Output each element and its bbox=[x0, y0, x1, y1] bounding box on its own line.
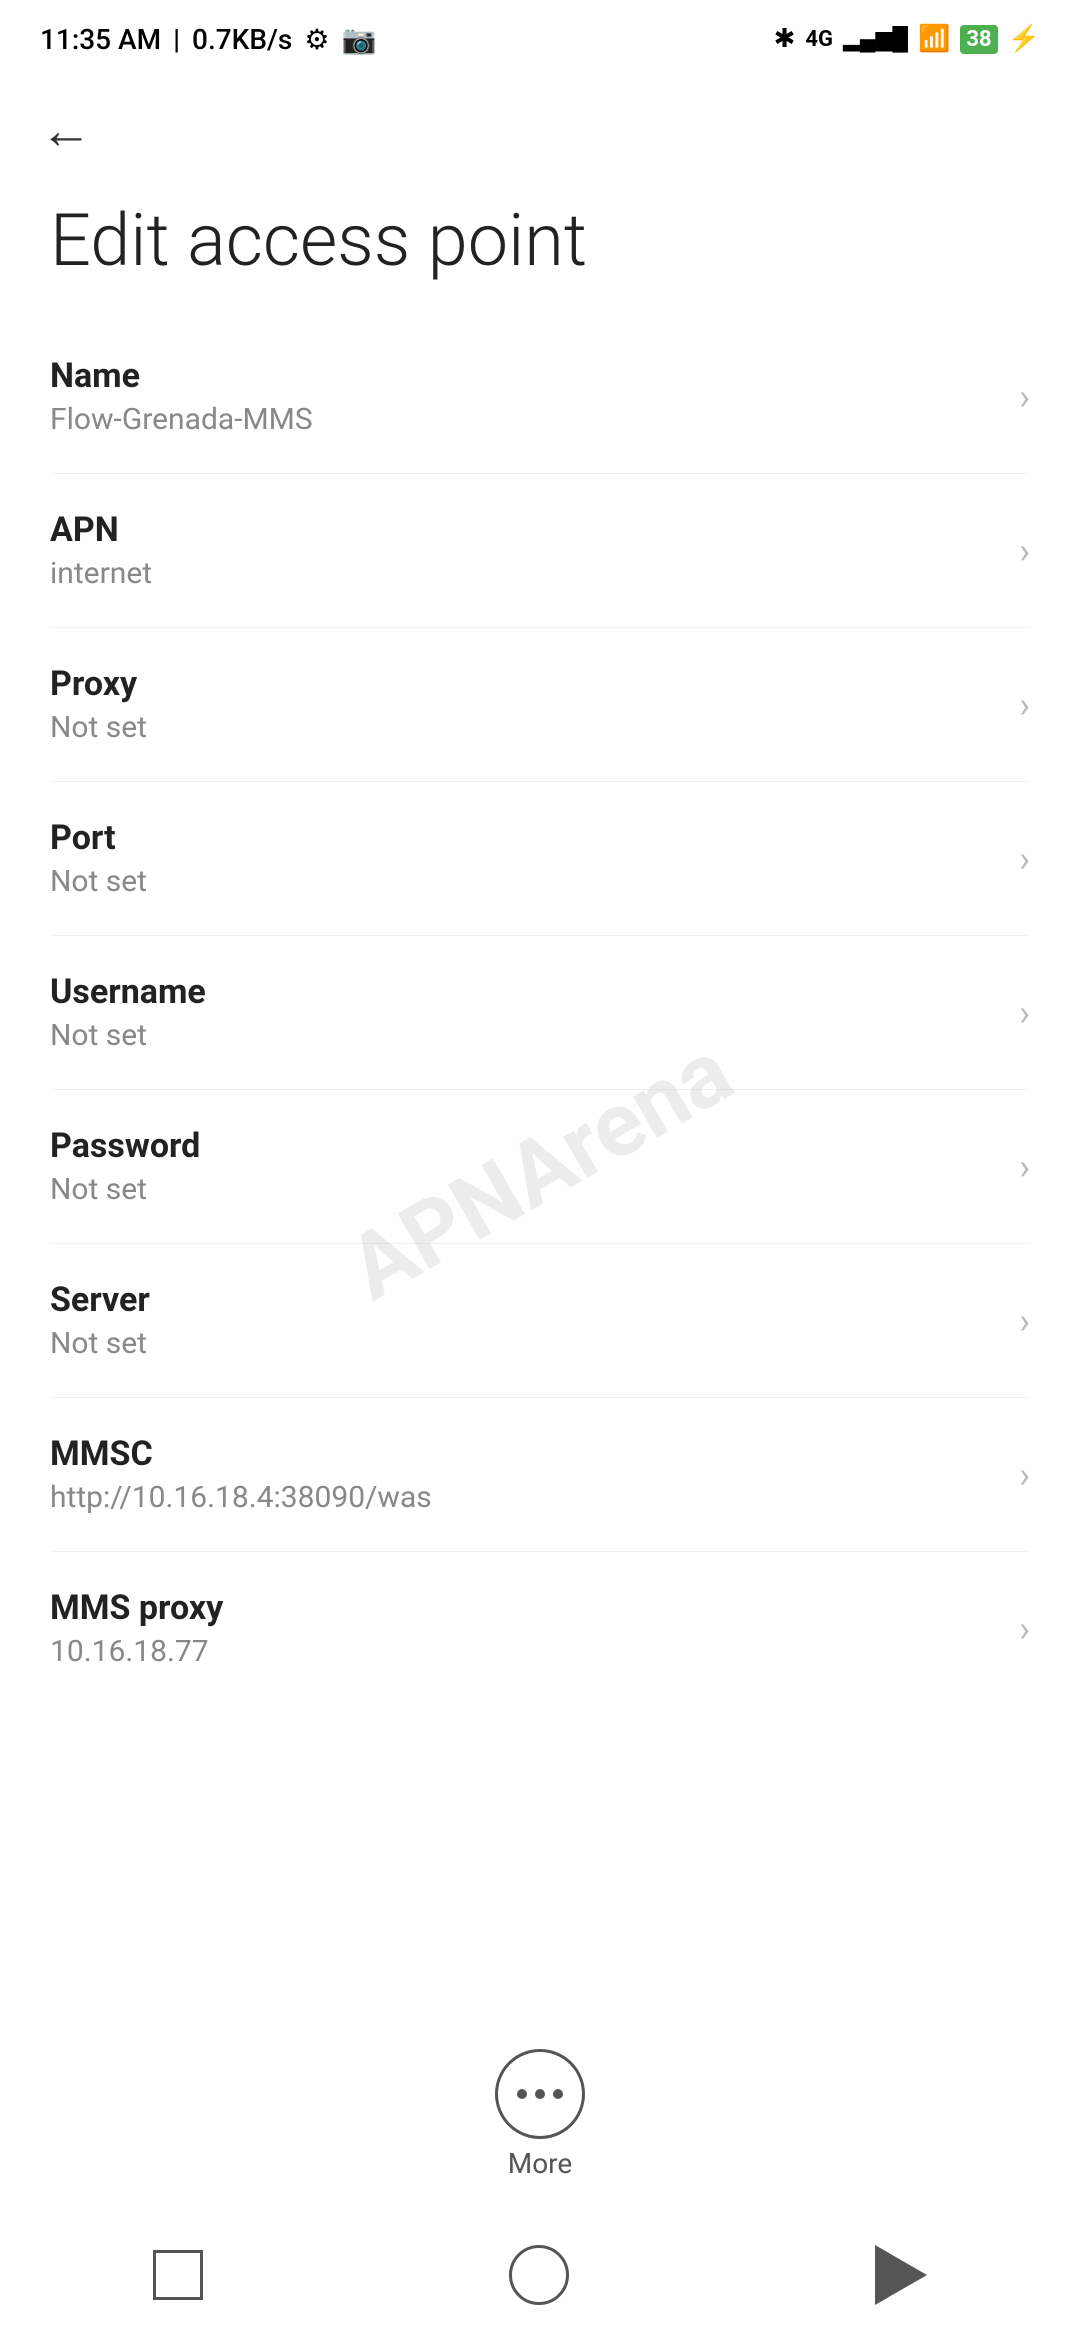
setting-name[interactable]: Name Flow-Grenada-MMS › bbox=[50, 320, 1030, 474]
setting-port-content: Port Not set bbox=[50, 818, 999, 899]
charging-icon: ⚡ bbox=[1008, 24, 1040, 54]
three-dots-icon bbox=[517, 2089, 563, 2099]
setting-server-value: Not set bbox=[50, 1326, 999, 1361]
setting-server[interactable]: Server Not set › bbox=[50, 1244, 1030, 1398]
setting-mmsc[interactable]: MMSC http://10.16.18.4:38090/was › bbox=[50, 1398, 1030, 1552]
chevron-password-icon: › bbox=[1019, 1146, 1030, 1188]
recents-square-icon bbox=[153, 2250, 203, 2300]
chevron-username-icon: › bbox=[1019, 992, 1030, 1034]
setting-mmsc-label: MMSC bbox=[50, 1434, 999, 1474]
back-arrow-icon: ← bbox=[40, 100, 92, 161]
back-triangle-icon bbox=[875, 2245, 927, 2305]
setting-username-label: Username bbox=[50, 972, 999, 1012]
setting-username[interactable]: Username Not set › bbox=[50, 936, 1030, 1090]
back-button[interactable]: ← bbox=[0, 70, 1080, 181]
setting-password-value: Not set bbox=[50, 1172, 999, 1207]
setting-name-value: Flow-Grenada-MMS bbox=[50, 402, 999, 437]
setting-server-content: Server Not set bbox=[50, 1280, 999, 1361]
setting-proxy[interactable]: Proxy Not set › bbox=[50, 628, 1030, 782]
setting-name-content: Name Flow-Grenada-MMS bbox=[50, 356, 999, 437]
setting-mmsc-content: MMSC http://10.16.18.4:38090/was bbox=[50, 1434, 999, 1515]
setting-username-value: Not set bbox=[50, 1018, 999, 1053]
setting-password-label: Password bbox=[50, 1126, 999, 1166]
dot-2 bbox=[535, 2089, 545, 2099]
setting-mms-proxy[interactable]: MMS proxy 10.16.18.77 › bbox=[50, 1552, 1030, 1705]
chevron-apn-icon: › bbox=[1019, 530, 1030, 572]
setting-mms-proxy-label: MMS proxy bbox=[50, 1588, 999, 1628]
setting-password[interactable]: Password Not set › bbox=[50, 1090, 1030, 1244]
setting-apn-content: APN internet bbox=[50, 510, 999, 591]
settings-icon: ⚙ bbox=[304, 23, 329, 56]
setting-proxy-label: Proxy bbox=[50, 664, 999, 704]
status-left: 11:35 AM | 0.7KB/s ⚙ 📷 bbox=[40, 23, 376, 56]
page-title: Edit access point bbox=[0, 181, 1080, 320]
chevron-server-icon: › bbox=[1019, 1300, 1030, 1342]
wifi-icon: 📶 bbox=[918, 24, 950, 54]
nav-home-button[interactable] bbox=[509, 2245, 569, 2305]
battery-icon: 38 bbox=[960, 25, 997, 54]
setting-password-content: Password Not set bbox=[50, 1126, 999, 1207]
time-display: 11:35 AM bbox=[40, 23, 161, 56]
bluetooth-icon: ✱ bbox=[774, 24, 796, 54]
setting-server-label: Server bbox=[50, 1280, 999, 1320]
settings-list: Name Flow-Grenada-MMS › APN internet › P… bbox=[0, 320, 1080, 1705]
nav-back-button[interactable] bbox=[875, 2245, 927, 2305]
dot-1 bbox=[517, 2089, 527, 2099]
chevron-proxy-icon: › bbox=[1019, 684, 1030, 726]
nav-recents-button[interactable] bbox=[153, 2250, 203, 2300]
signal-4g-icon: 4G bbox=[805, 27, 833, 52]
setting-port-value: Not set bbox=[50, 864, 999, 899]
status-right: ✱ 4G ▂▄▆█ 📶 38 ⚡ bbox=[774, 24, 1040, 54]
signal-bars-icon: ▂▄▆█ bbox=[843, 26, 908, 52]
dot-3 bbox=[553, 2089, 563, 2099]
more-label: More bbox=[508, 2147, 573, 2180]
setting-proxy-value: Not set bbox=[50, 710, 999, 745]
setting-port-label: Port bbox=[50, 818, 999, 858]
nav-bar bbox=[0, 2210, 1080, 2340]
chevron-mmsc-icon: › bbox=[1019, 1454, 1030, 1496]
setting-apn-label: APN bbox=[50, 510, 999, 550]
chevron-port-icon: › bbox=[1019, 838, 1030, 880]
chevron-name-icon: › bbox=[1019, 376, 1030, 418]
network-speed: 0.7KB/s bbox=[192, 23, 292, 56]
setting-mms-proxy-value: 10.16.18.77 bbox=[50, 1634, 999, 1669]
speed-display: | bbox=[173, 23, 180, 56]
video-icon: 📷 bbox=[341, 23, 376, 56]
setting-port[interactable]: Port Not set › bbox=[50, 782, 1030, 936]
chevron-mms-proxy-icon: › bbox=[1019, 1608, 1030, 1650]
setting-username-content: Username Not set bbox=[50, 972, 999, 1053]
setting-apn-value: internet bbox=[50, 556, 999, 591]
setting-proxy-content: Proxy Not set bbox=[50, 664, 999, 745]
status-bar: 11:35 AM | 0.7KB/s ⚙ 📷 ✱ 4G ▂▄▆█ 📶 38 ⚡ bbox=[0, 0, 1080, 70]
setting-mms-proxy-content: MMS proxy 10.16.18.77 bbox=[50, 1588, 999, 1669]
more-circle-icon bbox=[495, 2049, 585, 2139]
setting-mmsc-value: http://10.16.18.4:38090/was bbox=[50, 1480, 999, 1515]
setting-apn[interactable]: APN internet › bbox=[50, 474, 1030, 628]
more-button[interactable]: More bbox=[495, 2049, 585, 2180]
setting-name-label: Name bbox=[50, 356, 999, 396]
home-circle-icon bbox=[509, 2245, 569, 2305]
